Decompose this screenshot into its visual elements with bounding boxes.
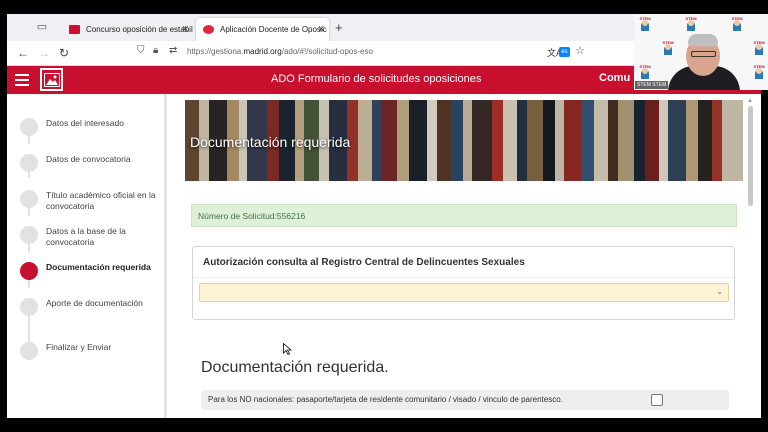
step-indicator [20,154,38,172]
presenter-hair [688,34,718,46]
scrollbar[interactable] [748,106,753,206]
permissions-icon[interactable]: ⇄ [169,45,177,56]
lock-icon[interactable]: 🔒︎ [153,45,158,56]
autorizacion-select[interactable]: ⌄ [199,283,729,302]
step-label: Finalizar y Enviar [46,342,112,352]
step-label: Datos del interesado [46,118,124,128]
step-indicator [20,342,38,360]
step-label: Título académico oficial en la convocato… [46,190,156,211]
new-tab-icon[interactable]: + [335,18,343,38]
reload-icon[interactable]: ↻ [59,46,69,60]
panel-title: Autorización consulta al Registro Centra… [203,257,525,268]
stem-logo-icon: STEM [659,40,677,56]
stem-logo-icon: STEM [636,16,654,32]
step-indicator [20,226,38,244]
step-label: Datos de convocatoria [46,154,131,164]
stem-logo-icon: STEM [728,16,746,32]
close-tab-icon[interactable]: ✕ [181,18,189,41]
step-indicator [20,118,38,136]
books-banner-image: Documentación requerida [185,100,743,181]
main-content: Documentación requerida ▲ Número de Soli… [170,94,761,418]
step-indicator [20,298,38,316]
forward-arrow-icon[interactable]: → [38,46,50,60]
registro-delincuentes-panel: Autorización consulta al Registro Centra… [192,246,735,320]
page-title: ADO Formulario de solicitudes oposicione… [271,73,482,85]
solicitud-number: Número de Solicitud:556216 [198,211,306,221]
doc-row-label: Para los NO nacionales: pasaporte/tarjet… [208,395,563,404]
step-label: Aporte de documentación [46,298,143,308]
tab-title: Concurso oposición de estabil [86,25,193,34]
tab-concurso[interactable]: Concurso oposición de estabil ✕ [62,18,193,41]
stem-logo-icon: STEM [750,64,768,80]
doc-checkbox[interactable] [651,394,663,406]
menu-icon[interactable] [15,74,29,86]
step-label: Datos a la base de la convocatoria [46,226,126,247]
language-badge[interactable]: es [559,47,570,57]
banner-title: Documentación requerida [190,134,351,150]
site-favicon-icon [203,25,214,34]
shield-icon[interactable]: ⛉ [137,45,145,56]
doc-row: Para los NO nacionales: pasaporte/tarjet… [201,390,729,410]
address-bar[interactable]: ⛉ 🔒︎ ⇄ https://gestiona.madrid.org/ado/#… [131,44,597,63]
stem-logo-icon: STEM [750,40,768,56]
back-arrow-icon[interactable]: ← [17,46,29,60]
tab-list-icon[interactable]: ▭ [35,20,49,34]
section-title: Documentación requerida. [201,359,389,376]
tab-title: Aplicación Docente de Oposic [220,25,327,34]
presenter-name-label: STEM STEM [635,81,669,89]
webcam-overlay: STEM STEM STEM STEM STEM STEM STEM STEM … [634,14,768,90]
url-text[interactable]: https://gestiona.madrid.org/ado/#!/solic… [187,47,373,56]
site-favicon-icon [69,25,80,34]
close-tab-icon[interactable]: ✕ [317,18,325,41]
stem-logo-icon: STEM [636,64,654,80]
stem-logo-icon: STEM [682,16,700,32]
tab-aplicacion-docente[interactable]: Aplicación Docente de Oposic ✕ [196,18,329,41]
bookmark-star-icon[interactable]: ☆ [575,44,585,57]
scroll-up-icon[interactable]: ▲ [747,98,754,105]
mouse-cursor-icon [283,343,292,355]
glasses-icon [691,51,716,57]
step-indicator [20,190,38,208]
solicitud-info-box: Número de Solicitud:556216 [191,204,737,227]
step-indicator-active [20,262,38,280]
steps-sidebar: Datos del interesado Datos de convocator… [7,94,167,418]
app-logo-icon[interactable] [40,68,63,91]
step-label: Documentación requerida [46,262,151,272]
divider [193,277,734,278]
chevron-down-icon: ⌄ [716,287,723,296]
header-link-comunidad[interactable]: Comu [599,72,630,84]
